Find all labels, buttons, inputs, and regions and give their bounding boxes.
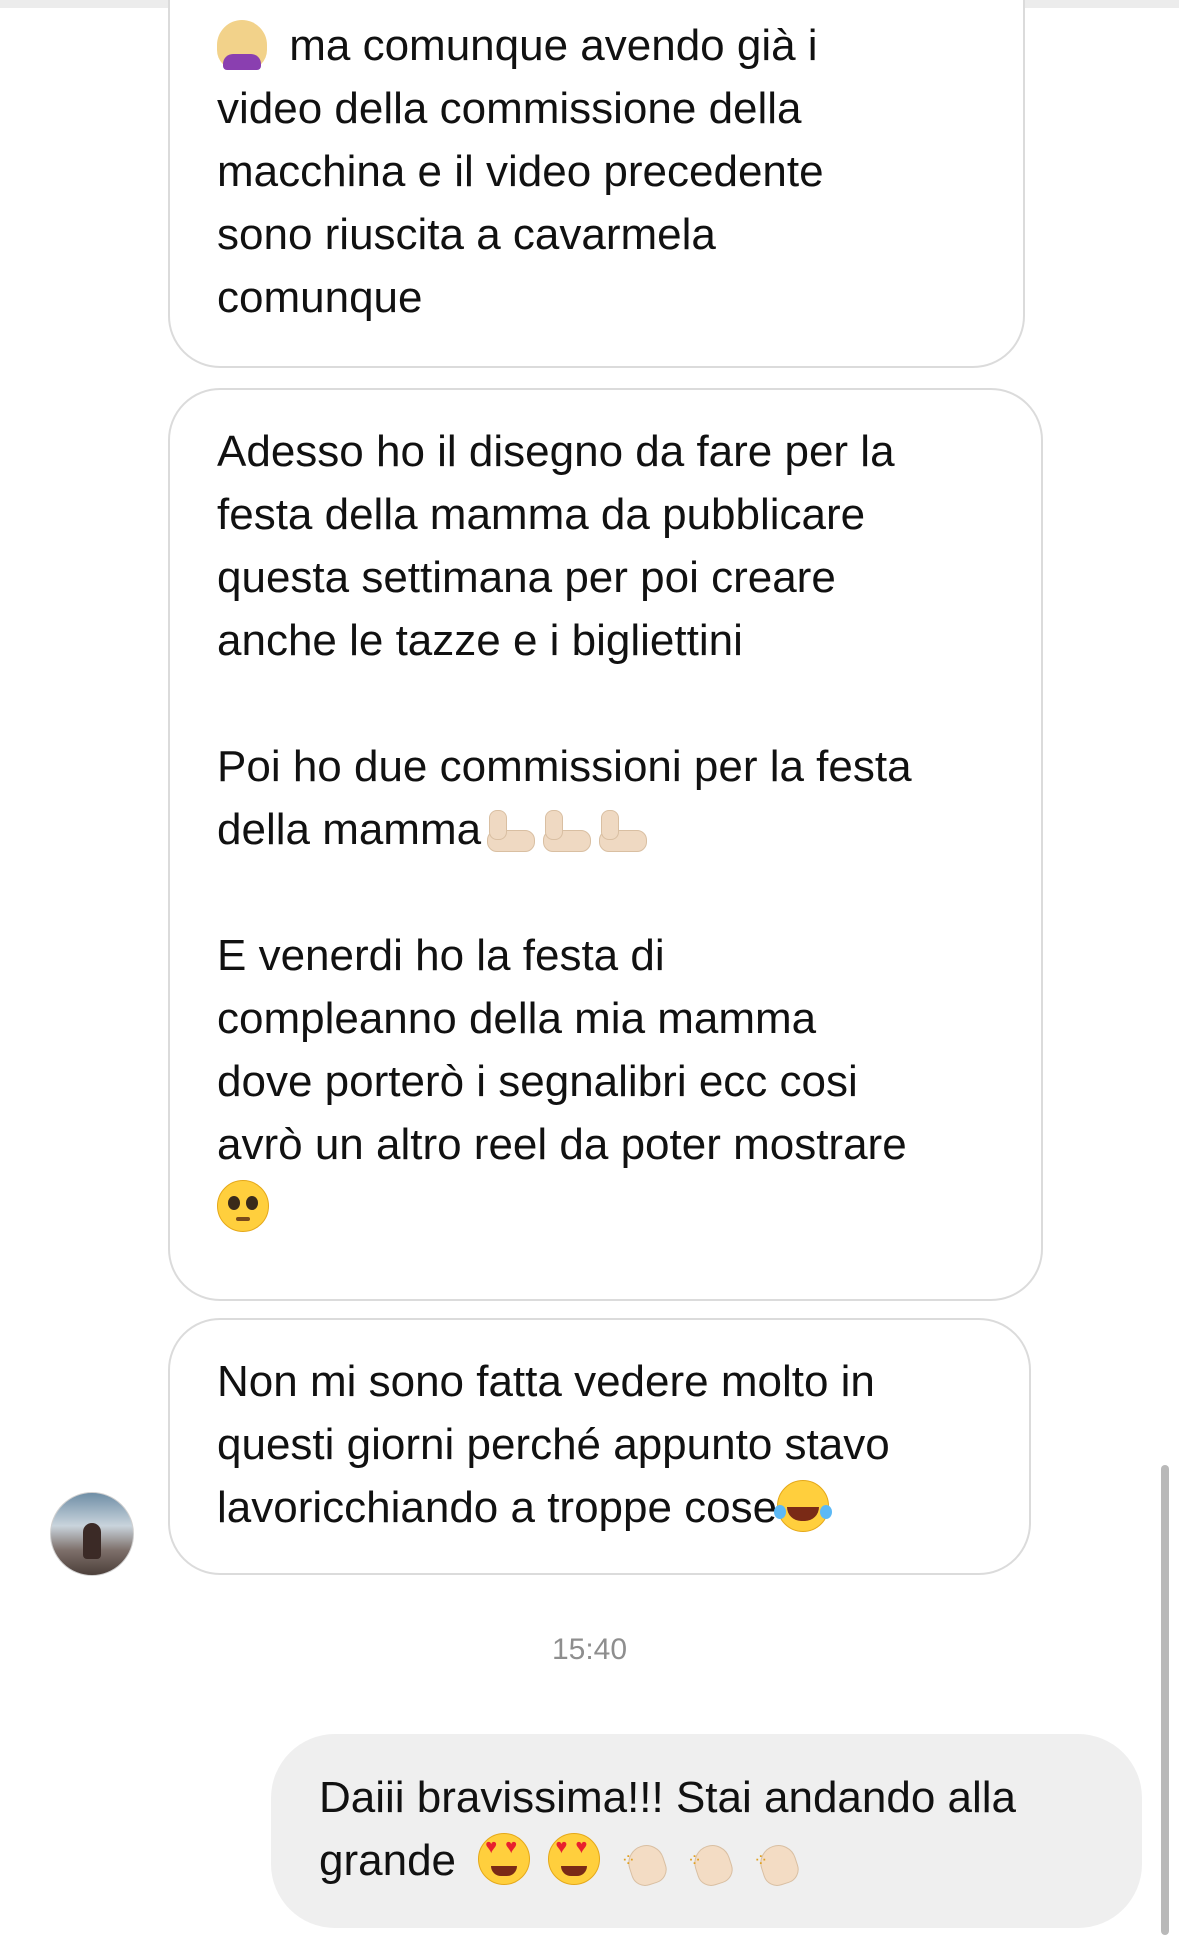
clapping-hands-emoji-icon — [619, 1829, 673, 1892]
flexed-biceps-emoji-icon — [593, 804, 649, 854]
clapping-hands-emoji-icon — [685, 1829, 739, 1892]
message-line: questi giorni perché appunto stavo — [217, 1420, 890, 1469]
message-line: compleanno della mia mamma — [217, 994, 817, 1043]
received-message-bubble[interactable]: ma comunque avendo già i video della com… — [168, 0, 1025, 368]
message-line: avrò un altro reel da poter mostrare — [217, 1120, 907, 1169]
message-line: questa settimana per poi creare — [217, 553, 836, 602]
message-line: dove porterò i segnalibri ecc cosi — [217, 1057, 858, 1106]
message-line: Poi ho due commissioni per la festa — [217, 742, 912, 791]
message-line — [217, 1176, 1001, 1239]
message-line: video della commissione della — [217, 84, 802, 133]
scrollbar[interactable] — [1161, 1465, 1169, 1935]
message-line: ma comunque avendo già i — [217, 14, 983, 77]
message-line: della mamma — [217, 798, 1001, 861]
message-line: Daiii bravissima!!! Stai andando alla — [319, 1773, 1017, 1822]
message-line: comunque — [217, 273, 423, 322]
flexed-biceps-emoji-icon — [481, 804, 537, 854]
face-with-tears-of-joy-emoji-icon — [774, 1480, 830, 1532]
flexed-biceps-emoji-icon — [537, 804, 593, 854]
message-line: Non mi sono fatta vedere molto in — [217, 1357, 875, 1406]
message-line: lavoricchiando a troppe cose — [217, 1476, 989, 1539]
message-timestamp: 15:40 — [551, 1633, 628, 1666]
message-line: E venerdi ho la festa di — [217, 931, 665, 980]
sent-message-bubble[interactable]: Daiii bravissima!!! Stai andando alla gr… — [271, 1734, 1142, 1928]
heart-eyes-emoji-icon — [548, 1833, 601, 1885]
sender-avatar[interactable] — [50, 1492, 134, 1576]
message-line: grande — [319, 1829, 1112, 1892]
message-line: anche le tazze e i bigliettini — [217, 616, 743, 665]
message-line: festa della mamma da pubblicare — [217, 490, 866, 539]
clapping-hands-emoji-icon — [751, 1829, 805, 1892]
received-message-bubble[interactable]: Adesso ho il disegno da fare per la fest… — [168, 388, 1043, 1301]
heart-eyes-emoji-icon — [478, 1833, 531, 1885]
message-line: Adesso ho il disegno da fare per la — [217, 427, 895, 476]
message-line: macchina e il video precedente — [217, 147, 824, 196]
facepalm-emoji-icon — [217, 20, 267, 70]
received-message-bubble[interactable]: Non mi sono fatta vedere molto in questi… — [168, 1318, 1031, 1575]
pleading-face-emoji-icon — [217, 1180, 269, 1232]
message-line: sono riuscita a cavarmela — [217, 210, 716, 259]
